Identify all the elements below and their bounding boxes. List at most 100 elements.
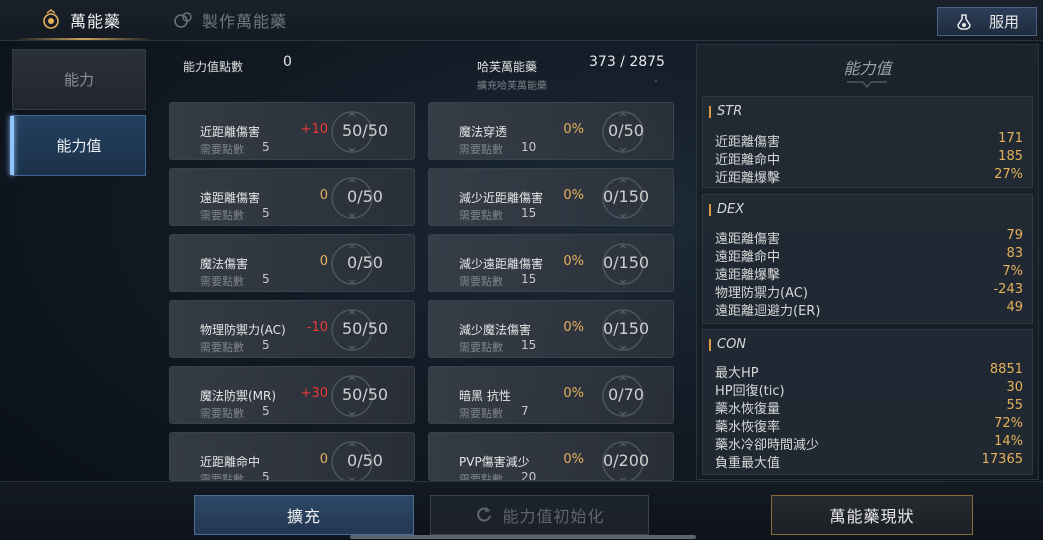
tab-craft-elixir[interactable]: 製作萬能藥 — [172, 0, 332, 40]
stat-name: 魔法防禦(MR) — [200, 389, 277, 403]
stat-row-value: 49 — [1006, 300, 1023, 315]
stat-name: 減少遠距離傷害 — [459, 257, 544, 271]
stat-name: 近距離傷害 — [200, 125, 261, 139]
stat-card-physical-defense[interactable]: 物理防禦力(AC) 需要點數 5 -10 50/50 — [169, 300, 415, 358]
stat-bonus: 0% — [563, 452, 584, 467]
dex-group: DEX 遠距離傷害 79 遠距離命中 83 遠距離爆擊 7% 物理防禦力(AC) -24… — [702, 194, 1033, 324]
stat-level: 0/50 — [608, 121, 644, 140]
stat-level: 0/200 — [602, 451, 650, 470]
required-points-value: 20 — [521, 470, 537, 481]
points-value: 0 — [283, 54, 292, 70]
stat-bonus: 0% — [563, 254, 584, 269]
stat-card-dark-resistance[interactable]: 暗黑 抗性 需要點數 7 0% 0/70 — [428, 366, 674, 424]
stat-row-label: 物理防禦力(AC) — [715, 286, 808, 301]
required-points-value: 5 — [262, 272, 270, 286]
stat-row: 藥水冷卻時間減少 14% — [715, 434, 1023, 453]
required-points-label: 需要點數 — [200, 275, 244, 288]
required-points-value: 10 — [521, 140, 537, 154]
stat-row: 負重最大值 17365 — [715, 452, 1023, 471]
stat-level: 0/70 — [608, 385, 644, 404]
con-group: CON 最大HP 8851 HP回復(tic) 30 藥水恢復量 55 藥水恢復率 72… — [702, 329, 1033, 475]
status-button-label: 萬能藥現狀 — [829, 507, 915, 526]
ornament-icon — [847, 81, 887, 88]
stat-card-ranged-damage-reduction[interactable]: 減少遠距離傷害 需要點數 15 0% 0/150 — [428, 234, 674, 292]
points-label: 能力值點數 — [183, 60, 244, 74]
stat-row: 藥水恢復量 55 — [715, 398, 1023, 417]
stat-level: 0/150 — [602, 253, 650, 272]
required-points-value: 15 — [521, 206, 537, 220]
required-points-value: 5 — [262, 404, 270, 418]
stat-row: 遠距離爆擊 7% — [715, 264, 1023, 283]
sidebar-item-label: 能力值 — [56, 137, 102, 155]
required-points-label: 需要點數 — [459, 473, 503, 481]
stat-level: 0/50 — [347, 451, 383, 470]
stat-row-value: 7% — [1002, 264, 1023, 279]
sidebar-item-ability[interactable]: 能力 — [12, 49, 146, 110]
horizontal-scrollbar[interactable] — [350, 535, 696, 539]
required-points-value: 15 — [521, 272, 537, 286]
potion-icon — [955, 13, 973, 31]
required-points-label: 需要點數 — [459, 341, 503, 354]
tab-elixir[interactable]: 萬能藥 — [14, 0, 154, 40]
expand-button[interactable]: 擴充 — [194, 495, 414, 535]
group-heading: STR — [709, 104, 742, 119]
stat-bonus: 0 — [319, 188, 328, 203]
harl-expand-label: 擴充哈芙萬能藥 — [477, 81, 547, 92]
craft-icon — [172, 9, 194, 31]
elixir-status-button[interactable]: 萬能藥現狀 — [771, 495, 973, 535]
sidebar-item-label: 能力 — [63, 71, 94, 89]
stat-row-label: 遠距離命中 — [715, 250, 781, 265]
required-points-value: 5 — [262, 338, 270, 352]
stat-row: 近距離命中 185 — [715, 149, 1023, 168]
required-points-label: 需要點數 — [459, 143, 503, 156]
stat-row-value: 83 — [1006, 246, 1023, 261]
stat-name: 物理防禦力(AC) — [200, 323, 286, 337]
stat-card-melee-hit[interactable]: 近距離命中 需要點數 5 0 0/50 — [169, 432, 415, 481]
stat-bonus: 0% — [563, 122, 584, 137]
stat-card-melee-damage[interactable]: 近距離傷害 需要點數 5 +10 50/50 — [169, 102, 415, 160]
required-points-value: 5 — [262, 470, 270, 481]
stat-row-label: 負重最大值 — [715, 456, 781, 471]
stat-bonus: 0 — [319, 254, 328, 269]
use-button[interactable]: 服用 — [937, 7, 1037, 36]
required-points-value: 7 — [521, 404, 529, 418]
harl-elixir-label: 哈芙萬能藥 — [477, 60, 538, 74]
stat-row-value: 14% — [994, 434, 1023, 449]
stat-card-melee-damage-reduction[interactable]: 減少近距離傷害 需要點數 15 0% 0/150 — [428, 168, 674, 226]
refresh-icon — [474, 505, 494, 525]
required-points-label: 需要點數 — [459, 209, 503, 222]
stat-row-label: 近距離爆擊 — [715, 171, 781, 186]
sidebar-item-stats[interactable]: 能力值 — [10, 115, 146, 176]
stat-card-magic-damage[interactable]: 魔法傷害 需要點數 5 0 0/50 — [169, 234, 415, 292]
required-points-label: 需要點數 — [200, 341, 244, 354]
stat-card-ranged-damage[interactable]: 遠距離傷害 需要點數 5 0 0/50 — [169, 168, 415, 226]
stat-row-label: 遠距離爆擊 — [715, 268, 781, 283]
stat-level: 0/50 — [347, 253, 383, 272]
stat-name: 遠距離傷害 — [200, 191, 261, 205]
stat-level: 0/150 — [602, 187, 650, 206]
stat-row: 遠距離命中 83 — [715, 246, 1023, 265]
stat-row-label: 藥水冷卻時間減少 — [715, 438, 820, 453]
stat-row-value: 27% — [994, 167, 1023, 182]
stat-row-value: 79 — [1006, 228, 1023, 243]
required-points-value: 5 — [262, 140, 270, 154]
stat-row-value: -243 — [993, 282, 1023, 297]
stat-bonus: 0% — [563, 386, 584, 401]
stat-card-magic-damage-reduction[interactable]: 減少魔法傷害 需要點數 15 0% 0/150 — [428, 300, 674, 358]
stat-row: HP回復(tic) 30 — [715, 380, 1023, 399]
stat-name: 減少近距離傷害 — [459, 191, 544, 205]
stat-card-magic-defense[interactable]: 魔法防禦(MR) 需要點數 5 +30 50/50 — [169, 366, 415, 424]
required-points-label: 需要點數 — [200, 473, 244, 481]
stat-name: 近距離命中 — [200, 455, 261, 469]
stat-row-label: 遠距離傷害 — [715, 232, 781, 247]
stat-bonus: +10 — [300, 122, 328, 137]
bottom-bar: 擴充 能力值初始化 萬能藥現狀 — [0, 481, 1043, 540]
stat-row: 物理防禦力(AC) -243 — [715, 282, 1023, 301]
stat-bonus: 0% — [563, 188, 584, 203]
reset-stats-button[interactable]: 能力值初始化 — [430, 495, 649, 535]
stat-row-value: 30 — [1006, 380, 1023, 395]
stat-level: 0/50 — [347, 187, 383, 206]
stat-card-magic-penetration[interactable]: 魔法穿透 需要點數 10 0% 0/50 — [428, 102, 674, 160]
stat-card-pvp-damage-reduction[interactable]: PVP傷害減少 需要點數 20 0% 0/200 — [428, 432, 674, 481]
stat-name: 減少魔法傷害 — [459, 323, 532, 337]
